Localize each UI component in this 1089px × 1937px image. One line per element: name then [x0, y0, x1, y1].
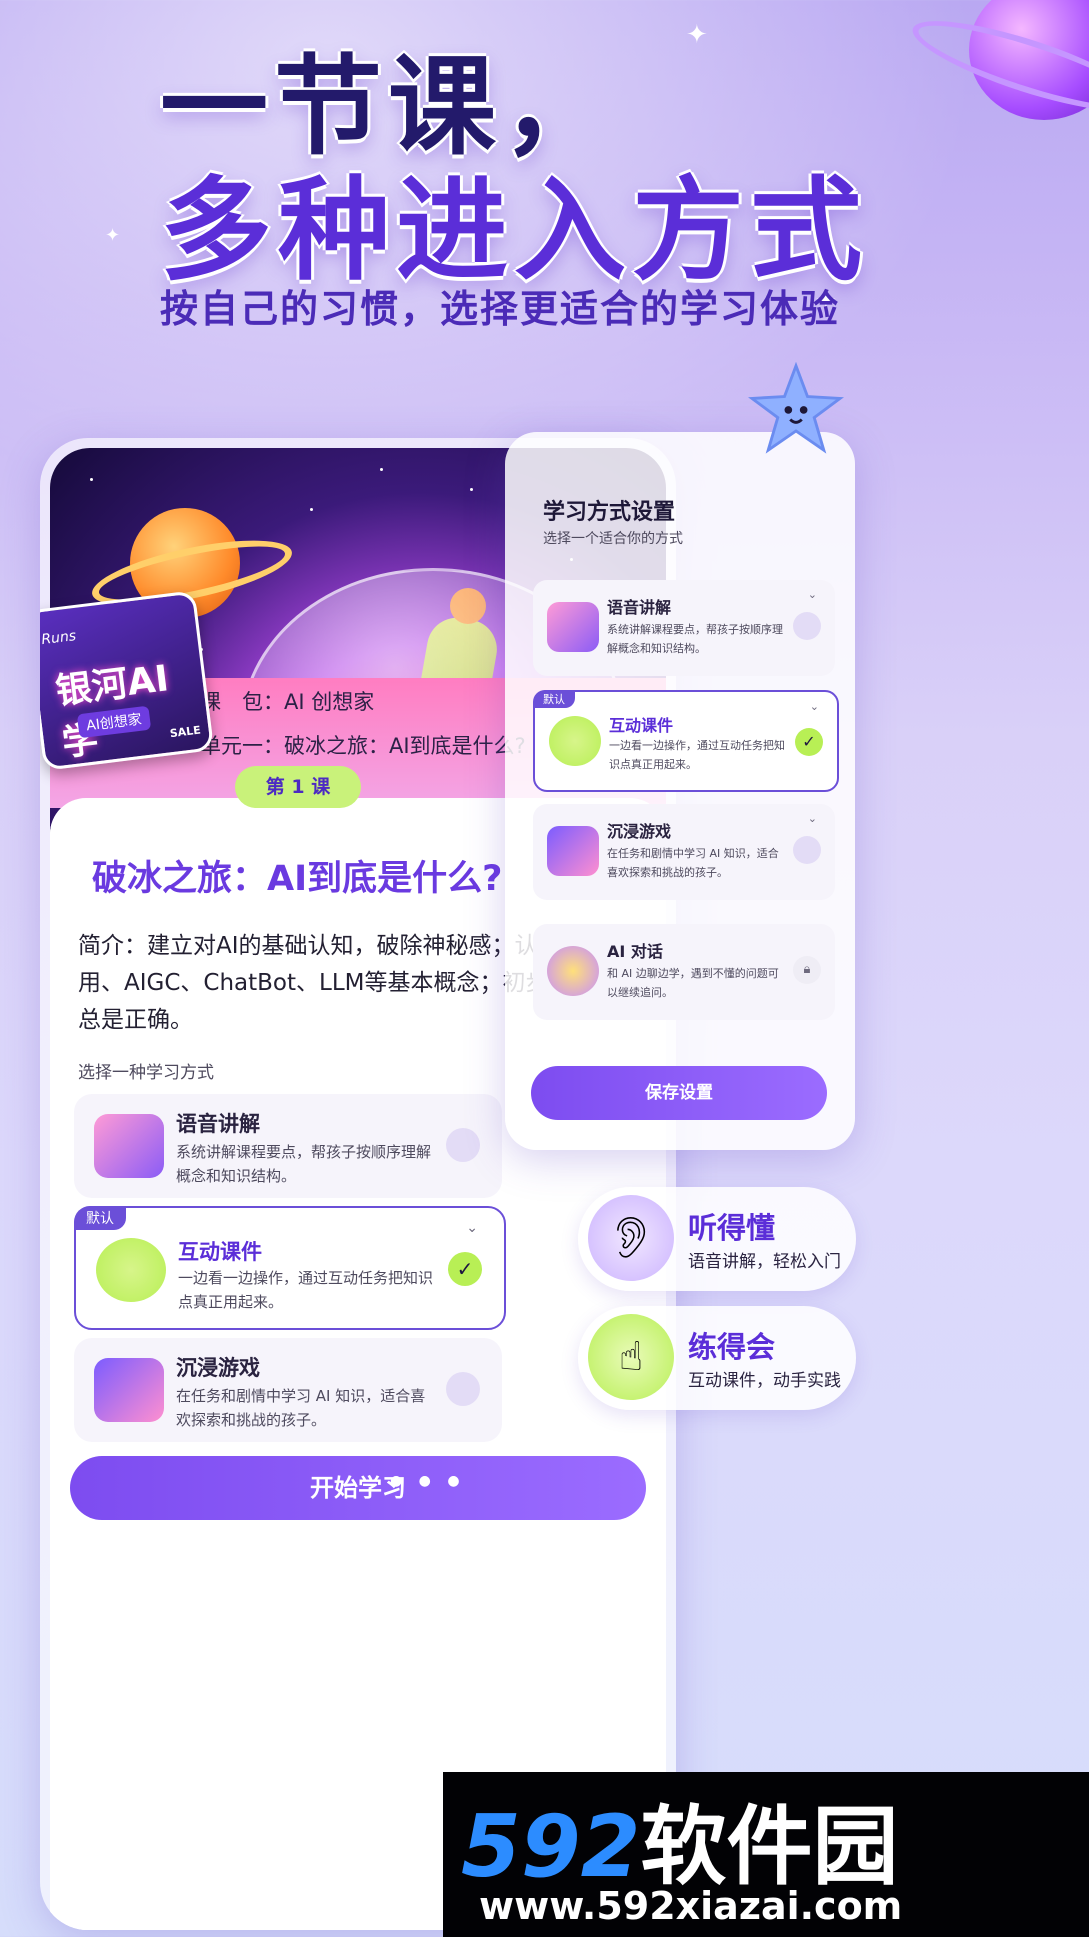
save-settings-button[interactable]: 保存设置 [531, 1066, 827, 1120]
watermark-url: www.592xiazai.com [479, 1884, 903, 1928]
chevron-down-icon[interactable]: ⌄ [810, 700, 819, 713]
feature-title: 练得会 [688, 1330, 776, 1364]
chevron-down-icon[interactable]: ⌄ [808, 812, 817, 825]
immersive-game-icon [547, 826, 599, 876]
default-badge: 默认 [74, 1206, 126, 1230]
default-badge: 默认 [533, 690, 575, 708]
settings-option-ai-chat[interactable]: AI 对话 和 AI 边聊边学，遇到不懂的问题可以继续追问。 🔒︎ [533, 924, 835, 1020]
chevron-down-icon[interactable]: ⌄ [466, 1220, 478, 1236]
settings-subtitle: 选择一个适合你的方式 [543, 531, 683, 547]
option-radio[interactable] [446, 1372, 480, 1406]
lesson-title: 破冰之旅：AI到底是什么? [92, 859, 503, 899]
interactive-courseware-icon [549, 716, 601, 766]
start-learning-button[interactable]: 开始学习 [70, 1456, 646, 1520]
settings-phone-screen: 学习方式设置 选择一个适合你的方式 语音讲解 系统讲解课程要点，帮孩子按顺序理解… [505, 432, 855, 1150]
unit-label: 单元一：破冰之旅：AI到底是什么? [200, 734, 526, 758]
feature-card-practice: ☝︎ 练得会 互动课件，动手实践 [578, 1306, 856, 1410]
option-description: 一边看一边操作，通过互动任务把知识点真正用起来。 [609, 739, 785, 771]
option-title: 互动课件 [609, 716, 674, 735]
option-description: 和 AI 边聊边学，遇到不懂的问题可以继续追问。 [607, 967, 779, 999]
lesson-number-badge: 第 1 课 [235, 766, 361, 808]
option-description: 系统讲解课程要点，帮孩子按顺序理解概念和知识结构。 [607, 623, 783, 655]
tap-hand-icon: ☝︎ [588, 1314, 674, 1400]
lock-icon: 🔒︎ [793, 956, 821, 984]
option-title: 互动课件 [178, 1240, 262, 1264]
chevron-down-icon[interactable]: ⌄ [808, 588, 817, 601]
ai-chat-icon [547, 946, 599, 996]
book-cover-title: 银河AI学 [53, 658, 171, 765]
option-radio[interactable] [793, 836, 821, 864]
feature-title: 听得懂 [688, 1211, 776, 1245]
sparkle-icon: ✦ [686, 20, 708, 50]
audio-lecture-icon [94, 1114, 164, 1178]
course-book-cover: Runs 银河AI学 AI创想家 SALE [40, 590, 215, 771]
page-indicator: ● ● ● [390, 1473, 466, 1489]
headline-subtitle: 按自己的习惯，选择更适合的学习体验 [160, 287, 841, 331]
watermark-logo: 592软件园 [461, 1776, 899, 1901]
option-title: 语音讲解 [176, 1112, 260, 1136]
option-title: 沉浸游戏 [607, 822, 672, 841]
feature-subtitle: 语音讲解，轻松入门 [688, 1252, 841, 1272]
settings-option-audio[interactable]: 语音讲解 系统讲解课程要点，帮孩子按顺序理解概念和知识结构。 ⌄ [533, 580, 835, 676]
option-title: AI 对话 [607, 942, 663, 961]
option-radio[interactable] [446, 1128, 480, 1162]
check-icon[interactable]: ✓ [795, 728, 823, 756]
mode-option-game[interactable]: 沉浸游戏 在任务和剧情中学习 AI 知识，适合喜欢探索和挑战的孩子。 [74, 1338, 502, 1442]
settings-option-interactive[interactable]: 默认 互动课件 一边看一边操作，通过互动任务把知识点真正用起来。 ⌄ ✓ [533, 690, 839, 792]
option-description: 系统讲解课程要点，帮孩子按顺序理解概念和知识结构。 [176, 1143, 432, 1185]
option-description: 在任务和剧情中学习 AI 知识，适合喜欢探索和挑战的孩子。 [607, 847, 779, 879]
star-mascot-icon [748, 362, 844, 454]
immersive-game-icon [94, 1358, 164, 1422]
book-cover-runs: Runs [40, 628, 78, 649]
watermark-logo-text: 软件园 [640, 1797, 899, 1897]
ear-icon: 👂︎ [588, 1195, 674, 1281]
option-description: 在任务和剧情中学习 AI 知识，适合喜欢探索和挑战的孩子。 [176, 1387, 426, 1429]
sparkle-icon: ✦ [105, 225, 121, 246]
mode-option-audio[interactable]: 语音讲解 系统讲解课程要点，帮孩子按顺序理解概念和知识结构。 [74, 1094, 502, 1198]
option-radio[interactable] [793, 612, 821, 640]
option-title: 沉浸游戏 [176, 1356, 260, 1380]
option-description: 一边看一边操作，通过互动任务把知识点真正用起来。 [178, 1269, 434, 1311]
package-label: 课 包：AI 创想家 [200, 690, 375, 714]
watermark-logo-number: 592 [461, 1797, 641, 1897]
site-watermark: 592软件园 www.592xiazai.com [443, 1772, 1089, 1937]
interactive-courseware-icon [96, 1238, 166, 1302]
feature-card-listen: 👂︎ 听得懂 语音讲解，轻松入门 [578, 1187, 856, 1291]
settings-title: 学习方式设置 [543, 500, 676, 525]
audio-lecture-icon [547, 602, 599, 652]
mode-option-interactive[interactable]: 默认 互动课件 一边看一边操作，通过互动任务把知识点真正用起来。 ⌄ ✓ [74, 1206, 506, 1330]
feature-subtitle: 互动课件，动手实践 [688, 1371, 841, 1391]
course-info: 课 包：AI 创想家 单元一：破冰之旅：AI到底是什么? [200, 686, 526, 774]
settings-option-game[interactable]: 沉浸游戏 在任务和剧情中学习 AI 知识，适合喜欢探索和挑战的孩子。 ⌄ [533, 804, 835, 900]
option-title: 语音讲解 [607, 598, 672, 617]
choose-mode-label: 选择一种学习方式 [78, 1063, 214, 1083]
check-icon[interactable]: ✓ [448, 1252, 482, 1286]
